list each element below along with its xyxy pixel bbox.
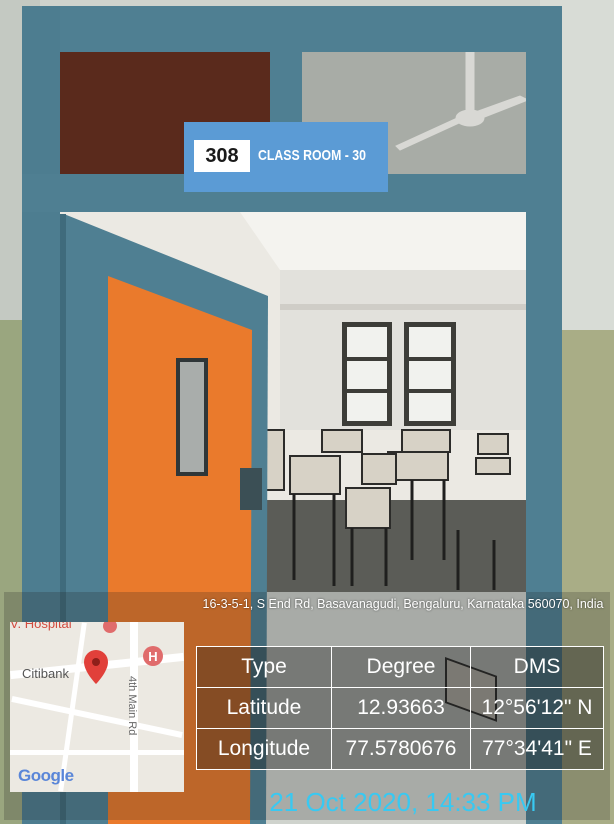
header-degree: Degree [331, 646, 471, 688]
longitude-label: Longitude [196, 728, 332, 770]
address-text: 16-3-5-1, S End Rd, Basavanagudi, Bengal… [202, 597, 604, 611]
table-row: Longitude 77.5780676 77°34'41" E [196, 728, 604, 770]
longitude-dms: 77°34'41" E [470, 728, 604, 770]
longitude-degree: 77.5780676 [331, 728, 471, 770]
photo-scene: 308 CLASS ROOM - 30 16-3-5-1, S End Rd, … [0, 0, 614, 824]
location-pin-icon [84, 650, 108, 684]
latitude-degree: 12.93663 [331, 687, 471, 729]
latitude-dms: 12°56'12" N [470, 687, 604, 729]
table-row: Latitude 12.93663 12°56'12" N [196, 687, 604, 729]
header-type: Type [196, 646, 332, 688]
latitude-label: Latitude [196, 687, 332, 729]
timestamp: 21 Oct 2020, 14:33 PM [269, 787, 537, 817]
svg-text:H: H [148, 649, 157, 664]
map-thumbnail: V. Hospital Citibank 4th Main Rd H Googl… [10, 622, 184, 792]
table-header-row: Type Degree DMS [196, 646, 604, 688]
room-sign: 308 CLASS ROOM - 30 [184, 122, 388, 192]
hospital-marker-icon: H [143, 646, 163, 666]
header-dms: DMS [470, 646, 604, 688]
hospital-marker-icon-small [103, 622, 117, 633]
google-logo: Google [18, 766, 74, 785]
door-handle [240, 468, 262, 510]
room-number: 308 [194, 140, 250, 172]
coordinates-table: Type Degree DMS Latitude 12.93663 12°56'… [196, 646, 604, 770]
room-label: CLASS ROOM - 30 [258, 147, 366, 164]
